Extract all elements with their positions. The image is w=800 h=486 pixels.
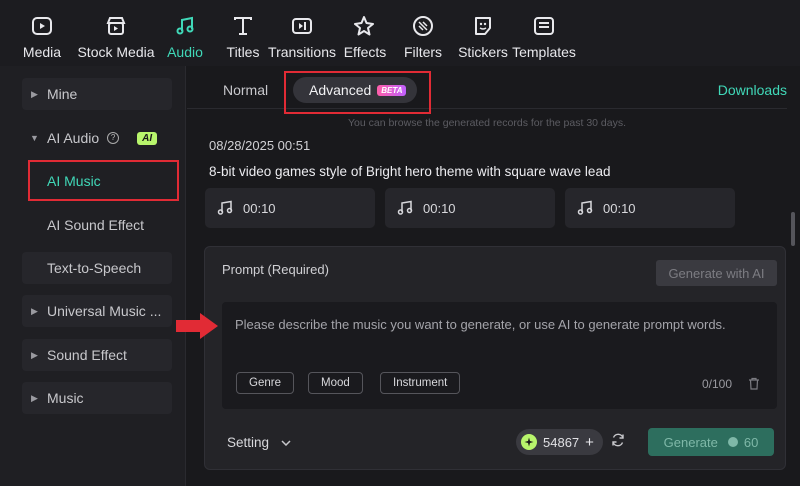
toolbar-effects[interactable]: Effects xyxy=(343,0,387,60)
toolbar-stickers-label: Stickers xyxy=(458,44,508,60)
annotation-arrow-icon xyxy=(176,313,218,339)
toolbar-templates[interactable]: Templates xyxy=(512,0,576,60)
sidebar-item-label: Mine xyxy=(47,86,78,102)
prompt-placeholder: Please describe the music you want to ge… xyxy=(235,317,726,332)
sidebar-item-label: Text-to-Speech xyxy=(47,260,142,276)
genre-chip[interactable]: Genre xyxy=(236,372,294,394)
generate-cost: 60 xyxy=(743,434,759,450)
char-counter: 0/100 xyxy=(702,377,733,391)
generate-button[interactable]: Generate 60 xyxy=(648,428,774,456)
track-duration: 00:10 xyxy=(603,200,636,216)
sidebar-item-label: Sound Effect xyxy=(47,347,127,363)
beta-badge: BETA xyxy=(377,84,407,96)
tab-advanced-label: Advanced xyxy=(309,82,372,98)
stickers-icon xyxy=(470,13,496,39)
credit-icon xyxy=(521,434,537,450)
sidebar-item-label: AI Audio xyxy=(47,130,100,146)
media-icon xyxy=(29,13,55,39)
sidebar: ▶ Mine ▼ AI Audio ? AI AI Music AI Sound… xyxy=(0,66,186,486)
add-credits-icon[interactable]: + xyxy=(585,434,594,451)
track-item[interactable]: 00:10 xyxy=(385,188,555,228)
toolbar-templates-label: Templates xyxy=(512,44,576,60)
toolbar-titles-label: Titles xyxy=(226,44,260,60)
tab-normal[interactable]: Normal xyxy=(223,82,268,98)
music-note-icon xyxy=(217,200,233,215)
track-duration: 00:10 xyxy=(243,200,276,216)
toolbar-transitions[interactable]: Transitions xyxy=(268,0,336,60)
toolbar-stickers[interactable]: Stickers xyxy=(458,0,508,60)
caret-right-icon: ▶ xyxy=(31,392,38,403)
prompt-input[interactable]: Please describe the music you want to ge… xyxy=(222,302,777,409)
toolbar-filters-label: Filters xyxy=(403,44,443,60)
top-toolbar: Media Stock Media Audio Titles Transitio… xyxy=(0,0,800,66)
prompt-label: Prompt (Required) xyxy=(222,262,329,277)
track-item[interactable]: 00:10 xyxy=(205,188,375,228)
setting-dropdown[interactable]: Setting xyxy=(227,435,291,450)
audio-icon xyxy=(172,13,198,39)
toolbar-audio-label: Audio xyxy=(167,44,203,60)
toolbar-stock-media-label: Stock Media xyxy=(77,44,155,60)
caret-right-icon: ▶ xyxy=(31,88,38,99)
templates-icon xyxy=(531,13,557,39)
sidebar-item-universal-music[interactable]: ▶ Universal Music ... xyxy=(22,295,172,327)
track-duration: 00:10 xyxy=(423,200,456,216)
track-item[interactable]: 00:10 xyxy=(565,188,735,228)
tab-advanced[interactable]: Advanced BETA xyxy=(293,77,417,103)
toolbar-audio[interactable]: Audio xyxy=(162,0,208,60)
sidebar-item-music[interactable]: ▶ Music xyxy=(22,382,172,414)
instrument-chip[interactable]: Instrument xyxy=(380,372,461,394)
sidebar-item-mine[interactable]: ▶ Mine xyxy=(22,78,172,110)
credits-count: 54867 xyxy=(543,434,580,450)
sidebar-item-text-to-speech[interactable]: Text-to-Speech xyxy=(22,252,172,284)
trash-icon[interactable] xyxy=(748,377,760,390)
main-panel: Normal Advanced BETA Downloads You can b… xyxy=(187,66,800,486)
toolbar-media[interactable]: Media xyxy=(14,0,70,60)
music-note-icon xyxy=(577,200,593,215)
sidebar-item-ai-sound-effect[interactable]: AI Sound Effect xyxy=(22,209,172,241)
toolbar-titles[interactable]: Titles xyxy=(218,0,268,60)
music-note-icon xyxy=(397,200,413,215)
caret-down-icon: ▼ xyxy=(30,133,39,143)
downloads-link[interactable]: Downloads xyxy=(718,82,787,98)
caret-right-icon: ▶ xyxy=(31,305,38,316)
toolbar-filters[interactable]: Filters xyxy=(401,0,445,60)
caret-right-icon: ▶ xyxy=(31,349,38,360)
setting-label: Setting xyxy=(227,435,270,450)
sidebar-item-label: AI Music xyxy=(47,173,101,189)
sidebar-item-label: Music xyxy=(47,390,84,406)
toolbar-media-label: Media xyxy=(22,44,62,60)
divider xyxy=(187,108,787,109)
scrollbar[interactable] xyxy=(791,212,795,246)
record-date: 08/28/2025 00:51 xyxy=(209,138,311,153)
toolbar-effects-label: Effects xyxy=(343,44,387,60)
records-note: You can browse the generated records for… xyxy=(347,117,627,129)
refresh-icon[interactable] xyxy=(611,433,625,447)
mood-chip[interactable]: Mood xyxy=(308,372,363,394)
titles-icon xyxy=(230,13,256,39)
sidebar-item-label: AI Sound Effect xyxy=(47,217,145,233)
credits-pill[interactable]: 54867 + xyxy=(516,429,603,455)
record-title: 8-bit video games style of Bright hero t… xyxy=(209,164,611,179)
transitions-icon xyxy=(289,13,315,39)
generate-with-ai-button[interactable]: Generate with AI xyxy=(656,260,777,286)
toolbar-stock-media[interactable]: Stock Media xyxy=(74,0,158,60)
sidebar-item-label: Universal Music ... xyxy=(47,303,162,319)
sidebar-item-ai-audio[interactable]: ▼ AI Audio ? AI xyxy=(22,122,172,154)
help-icon[interactable]: ? xyxy=(107,132,120,144)
chevron-down-icon xyxy=(281,439,291,446)
sidebar-item-sound-effect[interactable]: ▶ Sound Effect xyxy=(22,339,172,371)
sidebar-item-ai-music[interactable]: AI Music xyxy=(22,165,172,197)
prompt-panel: Prompt (Required) Generate with AI Pleas… xyxy=(204,246,786,470)
toolbar-transitions-label: Transitions xyxy=(268,44,336,60)
effects-icon xyxy=(352,13,378,39)
stock-media-icon xyxy=(103,13,129,39)
credit-icon xyxy=(727,437,738,447)
generate-label: Generate xyxy=(663,434,718,450)
filters-icon xyxy=(410,13,436,39)
ai-badge: AI xyxy=(137,131,158,145)
